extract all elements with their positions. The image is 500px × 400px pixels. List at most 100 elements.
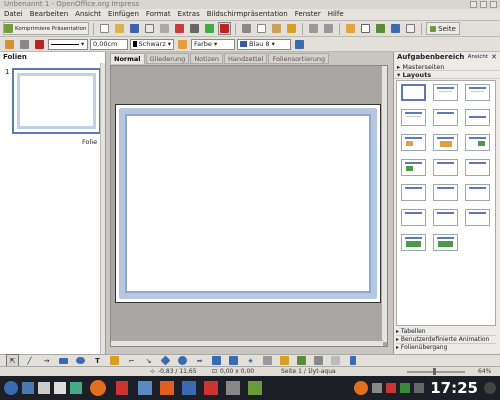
compress-presentation-button[interactable]: Komprimiere Präsentation xyxy=(3,22,89,35)
close-icon[interactable] xyxy=(490,1,497,8)
tab-normal[interactable]: Normal xyxy=(110,53,145,64)
menu-hilfe[interactable]: Hilfe xyxy=(328,9,344,20)
area-fill-select[interactable]: Blau 8 ▾ xyxy=(237,38,291,50)
edit-button[interactable] xyxy=(158,22,171,35)
zoom-slider[interactable] xyxy=(407,371,465,373)
new-button[interactable] xyxy=(98,22,111,35)
layout-text-objects[interactable] xyxy=(401,209,426,226)
app-icon[interactable] xyxy=(204,381,218,395)
open-button[interactable] xyxy=(113,22,126,35)
layout-vertical-text[interactable] xyxy=(433,234,458,251)
file-manager-icon[interactable] xyxy=(70,382,82,394)
menu-bearbeiten[interactable]: Bearbeiten xyxy=(30,9,68,20)
line-button[interactable] xyxy=(18,38,31,51)
shadow-button[interactable] xyxy=(293,38,306,51)
autospell-button[interactable] xyxy=(218,22,231,35)
layout-text-lines[interactable] xyxy=(401,109,426,126)
section-layouts[interactable]: ▾ Layouts xyxy=(394,71,500,79)
network-icon[interactable] xyxy=(400,383,411,393)
menu-datei[interactable]: Datei xyxy=(4,9,23,20)
impress-window-icon[interactable] xyxy=(138,381,152,395)
slides-scrollbar[interactable] xyxy=(100,63,105,354)
menu-format[interactable]: Format xyxy=(146,9,171,20)
slide-thumbnail[interactable] xyxy=(12,68,101,134)
tray-icon[interactable] xyxy=(386,383,397,393)
redo-button[interactable] xyxy=(322,22,335,35)
area-button[interactable] xyxy=(176,38,189,51)
layout-image-text[interactable] xyxy=(401,159,426,176)
slide-canvas[interactable] xyxy=(115,104,381,303)
layout-six-objects[interactable] xyxy=(401,234,426,251)
styles-button[interactable] xyxy=(3,38,16,51)
tab-handzettel[interactable]: Handzettel xyxy=(224,53,268,64)
slide-button[interactable]: Seite xyxy=(426,22,460,35)
cut-button[interactable] xyxy=(240,22,253,35)
zoom-slider-handle[interactable] xyxy=(433,368,436,375)
desktop-toolbox-icon[interactable] xyxy=(484,382,496,394)
clock[interactable]: 17:25 xyxy=(430,379,478,397)
layout-object-text[interactable] xyxy=(433,184,458,201)
terminal-icon[interactable] xyxy=(54,382,66,394)
app-icon[interactable] xyxy=(160,381,174,395)
menu-praesentation[interactable]: Bildschirmpräsentation xyxy=(207,9,288,20)
section-folienuebergang[interactable]: ▸ Folienübergang xyxy=(396,344,496,351)
layout-object[interactable] xyxy=(465,159,490,176)
layout-text-object[interactable] xyxy=(433,159,458,176)
layout-chart[interactable] xyxy=(433,134,458,151)
layout-four-objects[interactable] xyxy=(433,209,458,226)
tools-icon[interactable] xyxy=(38,382,50,394)
line-color-select[interactable]: Schwarz ▾ xyxy=(130,38,174,50)
image-button[interactable] xyxy=(374,22,387,35)
minimize-icon[interactable] xyxy=(470,1,477,8)
copy-button[interactable] xyxy=(255,22,268,35)
print-button[interactable] xyxy=(188,22,201,35)
editor-vertical-scrollbar[interactable] xyxy=(381,66,387,342)
menu-extras[interactable]: Extras xyxy=(178,9,200,20)
spellcheck-button[interactable] xyxy=(203,22,216,35)
layout-blank[interactable] xyxy=(401,84,426,101)
editor-horizontal-scrollbar[interactable] xyxy=(111,340,383,346)
notifications-icon[interactable] xyxy=(414,383,425,393)
menu-einfuegen[interactable]: Einfügen xyxy=(108,9,139,20)
format-paintbrush-button[interactable] xyxy=(285,22,298,35)
app-icon[interactable] xyxy=(182,381,196,395)
tab-notizen[interactable]: Notizen xyxy=(190,53,224,64)
layout-table[interactable] xyxy=(465,209,490,226)
line-style-select[interactable]: ▾ xyxy=(48,38,88,50)
tab-foliensortierung[interactable]: Foliensortierung xyxy=(268,53,330,64)
menu-fenster[interactable]: Fenster xyxy=(295,9,321,20)
layout-title-content[interactable] xyxy=(433,84,458,101)
view-menu-button[interactable]: Ansicht xyxy=(468,52,488,63)
kde-menu-icon[interactable] xyxy=(4,381,18,395)
arrow-style-button[interactable] xyxy=(33,38,46,51)
app-icon[interactable] xyxy=(226,381,240,395)
layout-title-only[interactable] xyxy=(465,109,490,126)
display-grid-button[interactable] xyxy=(404,22,417,35)
layout-two-objects[interactable] xyxy=(401,184,426,201)
pdf-button[interactable] xyxy=(173,22,186,35)
firefox-icon[interactable] xyxy=(90,380,106,396)
app-icon[interactable] xyxy=(248,381,262,395)
section-masterseiten[interactable]: ▸ Masterseiten xyxy=(394,63,500,71)
volume-icon[interactable] xyxy=(372,383,383,393)
save-button[interactable] xyxy=(128,22,141,35)
tray-firefox-icon[interactable] xyxy=(354,381,369,395)
close-icon[interactable]: ✕ xyxy=(491,52,497,63)
system-settings-icon[interactable] xyxy=(22,382,34,394)
undo-button[interactable] xyxy=(307,22,320,35)
section-animation[interactable]: ▸ Benutzerdefinierte Animation xyxy=(396,336,496,344)
layout-text-two-column[interactable] xyxy=(433,109,458,126)
layout-chart-text[interactable] xyxy=(465,134,490,151)
line-width-field[interactable]: 0,00cm xyxy=(90,38,128,50)
chart-button[interactable] xyxy=(344,22,357,35)
section-tabellen[interactable]: ▸ Tabellen xyxy=(396,328,496,336)
maximize-icon[interactable] xyxy=(480,1,487,8)
area-style-select[interactable]: Farbe ▾ xyxy=(191,38,235,50)
layout-title-text[interactable] xyxy=(465,84,490,101)
pdf-viewer-icon[interactable] xyxy=(116,381,128,395)
navigator-button[interactable] xyxy=(389,22,402,35)
menu-ansicht[interactable]: Ansicht xyxy=(75,9,101,20)
layout-text-chart[interactable] xyxy=(401,134,426,151)
table-button[interactable] xyxy=(359,22,372,35)
layout-title-object[interactable] xyxy=(465,184,490,201)
